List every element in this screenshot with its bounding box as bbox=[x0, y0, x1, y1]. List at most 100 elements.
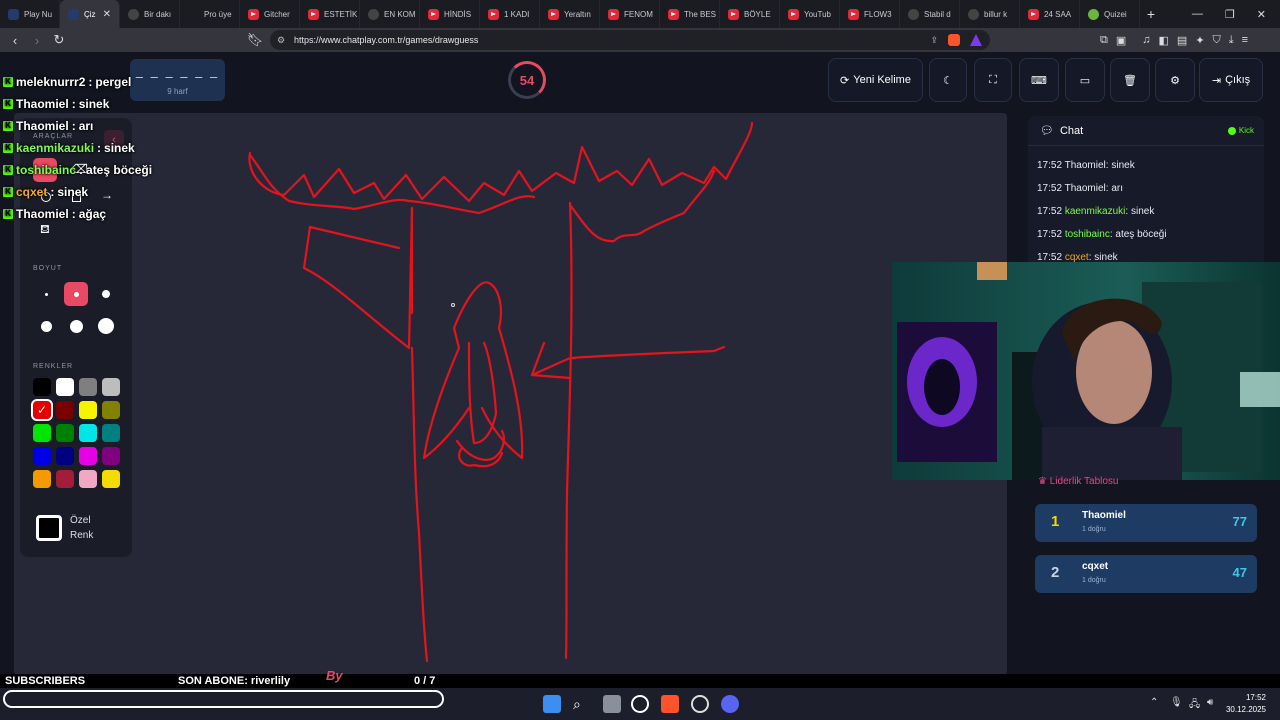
back-icon[interactable]: ‹ bbox=[4, 33, 26, 48]
music-icon[interactable]: ♫ bbox=[1142, 34, 1150, 46]
search-icon[interactable]: ⌕ bbox=[573, 695, 591, 713]
browser-tab[interactable]: 24 SAA bbox=[1020, 0, 1080, 28]
color-swatch[interactable] bbox=[102, 424, 120, 442]
keyboard-icon: ⌨ bbox=[1031, 74, 1047, 87]
screenshot-icon[interactable]: ▣ bbox=[1116, 34, 1126, 47]
discord-icon[interactable] bbox=[721, 695, 739, 713]
color-swatch[interactable] bbox=[79, 378, 97, 396]
address-bar[interactable]: ⚙ https://www.chatplay.com.tr/games/draw… bbox=[270, 30, 990, 50]
color-swatch[interactable] bbox=[56, 378, 74, 396]
browser-tab[interactable]: Gitcher bbox=[240, 0, 300, 28]
browser-tab[interactable]: FLOW3 bbox=[840, 0, 900, 28]
browser-tab[interactable]: Bir dakı bbox=[120, 0, 180, 28]
browser-tab[interactable]: EN KOM bbox=[360, 0, 420, 28]
browser-tab[interactable]: Stabil d bbox=[900, 0, 960, 28]
brave-rewards-icon[interactable] bbox=[970, 34, 982, 46]
system-clock[interactable]: 17:52 30.12.2025 bbox=[1226, 692, 1266, 716]
size-5-button[interactable] bbox=[64, 314, 88, 338]
color-swatch[interactable] bbox=[79, 401, 97, 419]
minimize-icon[interactable]: — bbox=[1192, 8, 1203, 21]
chat-separator: : bbox=[97, 141, 102, 155]
network-icon[interactable]: 🖧︎ bbox=[1189, 697, 1200, 714]
leo-ai-icon[interactable]: ✦ bbox=[1195, 34, 1204, 47]
chat-username: cqxet bbox=[16, 185, 48, 199]
size-1-button[interactable] bbox=[34, 282, 58, 306]
brave-shield-icon[interactable] bbox=[948, 34, 960, 46]
color-swatch[interactable] bbox=[79, 424, 97, 442]
color-swatch[interactable]: ✓ bbox=[31, 399, 53, 421]
browser-tab[interactable]: ESTETİK bbox=[300, 0, 360, 28]
archive-button[interactable]: ▭ bbox=[1065, 58, 1105, 102]
color-swatch[interactable] bbox=[33, 424, 51, 442]
wallet-icon[interactable]: ▤ bbox=[1177, 34, 1187, 47]
color-swatch[interactable] bbox=[33, 470, 51, 488]
round-timer: 54 bbox=[508, 61, 546, 99]
close-window-icon[interactable]: ✕ bbox=[1257, 8, 1266, 21]
tab-title: Play Nu bbox=[24, 9, 53, 19]
dark-mode-button[interactable]: ☾ bbox=[929, 58, 967, 102]
share-icon[interactable]: ⇪ bbox=[930, 35, 938, 46]
message-time: 17:52 bbox=[1037, 160, 1063, 171]
size-3-button[interactable] bbox=[94, 282, 118, 306]
kick-logo-icon: K bbox=[3, 165, 13, 175]
size-4-button[interactable] bbox=[34, 314, 58, 338]
player-name: cqxet bbox=[1082, 561, 1109, 572]
new-tab-button[interactable]: + bbox=[1140, 6, 1162, 22]
browser-tab[interactable]: HİNDİS bbox=[420, 0, 480, 28]
obs-icon[interactable] bbox=[691, 695, 709, 713]
kick-logo-icon: K bbox=[3, 77, 13, 87]
forward-icon[interactable]: › bbox=[26, 33, 48, 48]
brave-browser-icon[interactable] bbox=[661, 695, 679, 713]
file-explorer-icon[interactable] bbox=[603, 695, 621, 713]
browser-tab[interactable]: 1 KADI bbox=[480, 0, 540, 28]
custom-color-button[interactable]: Özel Renk bbox=[36, 506, 128, 550]
browser-tab[interactable]: BÖYLE bbox=[720, 0, 780, 28]
tray-chevron-icon[interactable]: ⌃ bbox=[1150, 697, 1158, 708]
start-icon[interactable] bbox=[543, 695, 561, 713]
browser-tab[interactable]: Play Nu bbox=[0, 0, 60, 28]
browser-tab[interactable]: Pro üye bbox=[180, 0, 240, 28]
color-swatch[interactable] bbox=[33, 447, 51, 465]
size-2-button[interactable] bbox=[64, 282, 88, 306]
exit-button[interactable]: ⇥ Çıkış bbox=[1199, 58, 1263, 102]
browser-tab[interactable]: YouTub bbox=[780, 0, 840, 28]
browser-tab[interactable]: Quizei bbox=[1080, 0, 1140, 28]
color-swatch[interactable] bbox=[102, 447, 120, 465]
sidebar-icon[interactable]: ◧ bbox=[1159, 34, 1169, 47]
color-swatch[interactable] bbox=[79, 470, 97, 488]
close-tab-icon[interactable]: ✕ bbox=[103, 9, 111, 20]
microphone-icon[interactable]: 🎙︎ bbox=[1170, 697, 1183, 708]
color-swatch[interactable] bbox=[102, 470, 120, 488]
keyboard-button[interactable]: ⌨ bbox=[1019, 58, 1059, 102]
bookmark-icon[interactable]: 🔖︎ bbox=[244, 32, 266, 48]
vpn-icon[interactable]: ⛉ bbox=[1213, 34, 1221, 47]
leaderboard-title-text: Liderlik Tablosu bbox=[1049, 476, 1119, 487]
color-swatch[interactable] bbox=[102, 401, 120, 419]
color-swatch[interactable] bbox=[56, 470, 74, 488]
volume-icon[interactable]: 🔊︎ bbox=[1207, 697, 1213, 708]
color-swatch[interactable] bbox=[56, 424, 74, 442]
browser-tab[interactable]: billur k bbox=[960, 0, 1020, 28]
browser-tab[interactable]: FENOM bbox=[600, 0, 660, 28]
download-icon[interactable]: ⤓ bbox=[1229, 34, 1234, 47]
settings-button[interactable]: ⚙ bbox=[1155, 58, 1195, 102]
new-word-button[interactable]: ⟳ Yeni Kelime bbox=[828, 58, 923, 102]
color-swatch[interactable] bbox=[56, 401, 74, 419]
fullscreen-button[interactable]: ⛶ bbox=[974, 58, 1012, 102]
browser-tab[interactable]: Yeraltın bbox=[540, 0, 600, 28]
maximize-icon[interactable]: ❐ bbox=[1225, 8, 1235, 21]
reload-icon[interactable]: ↻ bbox=[48, 32, 70, 48]
extensions-icon[interactable]: ⧉ bbox=[1100, 34, 1108, 47]
color-swatch[interactable] bbox=[56, 447, 74, 465]
color-swatch[interactable] bbox=[79, 447, 97, 465]
chatgpt-icon[interactable] bbox=[631, 695, 649, 713]
clear-button[interactable]: 🗑︎ bbox=[1110, 58, 1150, 102]
menu-icon[interactable]: ≡ bbox=[1242, 34, 1248, 46]
size-6-button[interactable] bbox=[94, 314, 118, 338]
chat-separator: : bbox=[71, 97, 76, 111]
site-info-icon[interactable]: ⚙ bbox=[277, 35, 285, 46]
color-swatch[interactable] bbox=[33, 378, 51, 396]
browser-tab[interactable]: Çiz ✕ bbox=[60, 0, 120, 28]
browser-tab[interactable]: The BES bbox=[660, 0, 720, 28]
color-swatch[interactable] bbox=[102, 378, 120, 396]
